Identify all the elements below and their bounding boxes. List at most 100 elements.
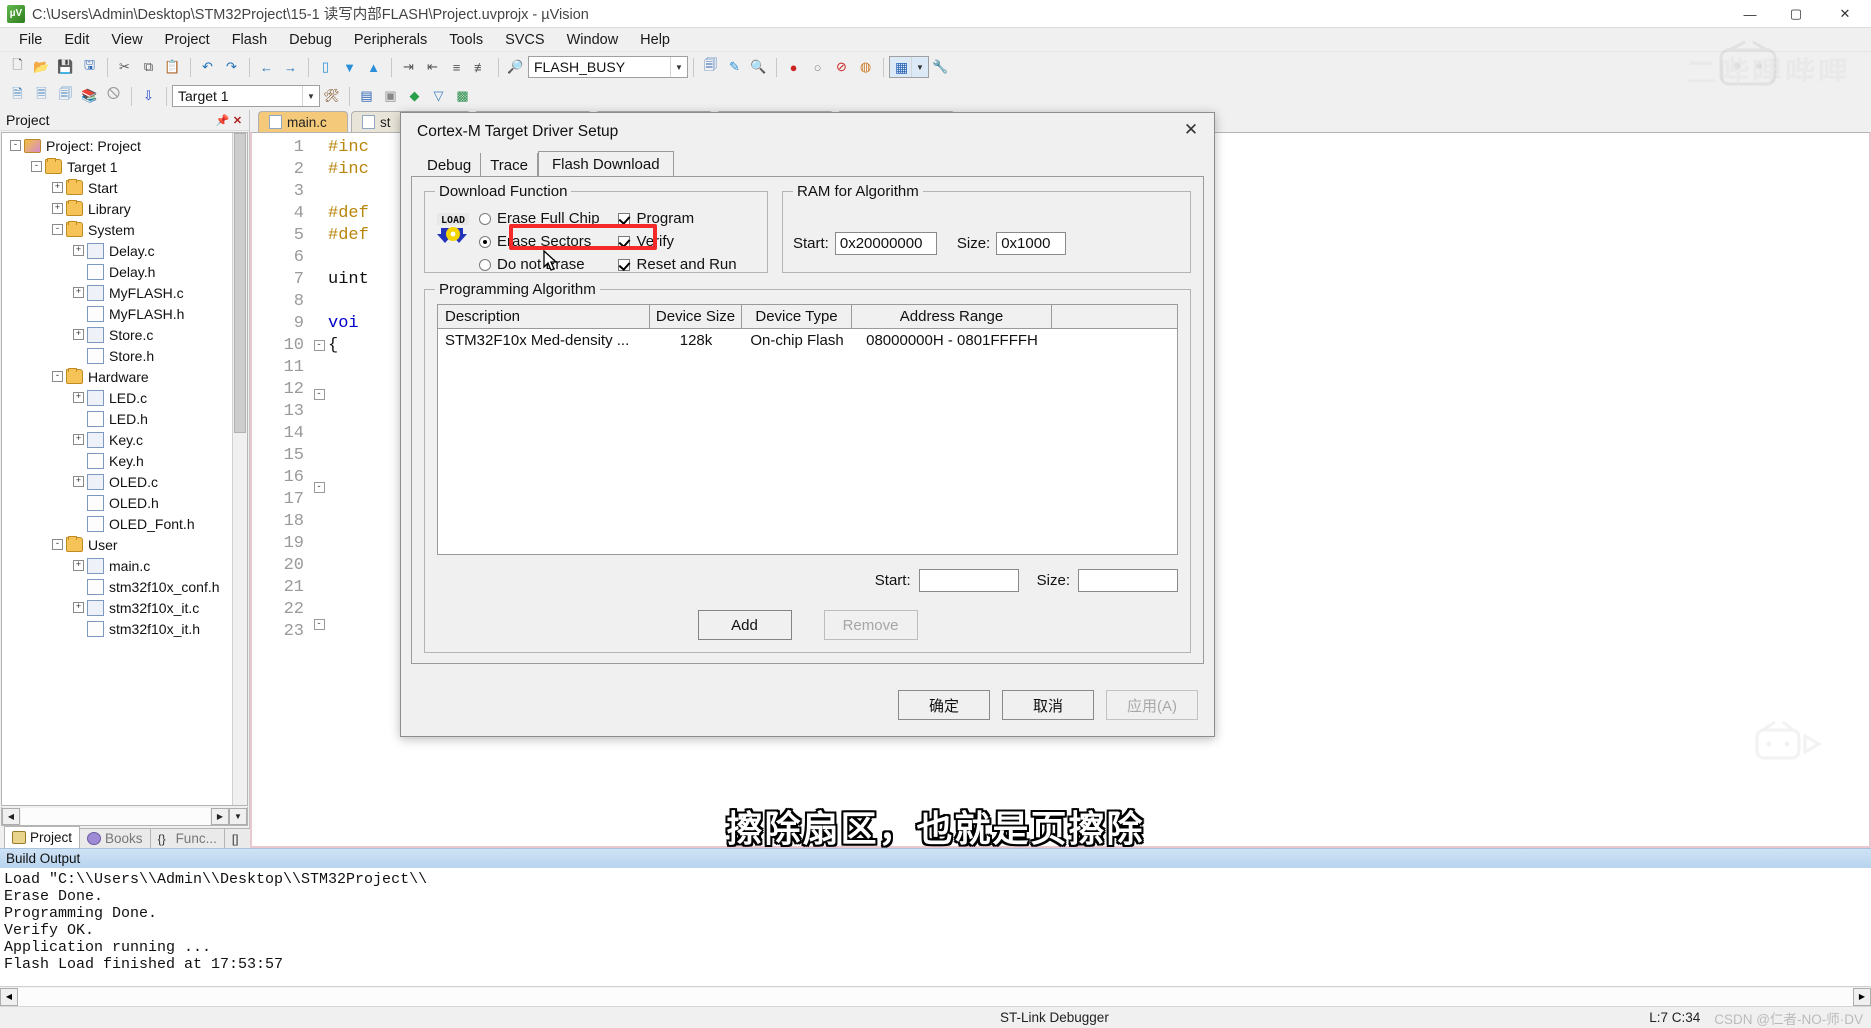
radio-do-not-erase[interactable]: Do not Erase: [479, 254, 600, 275]
tab-project[interactable]: Project: [4, 826, 81, 848]
tab-functions[interactable]: {} Func...: [149, 828, 225, 848]
tree-item[interactable]: + Store.c: [2, 324, 247, 345]
algorithm-start-input[interactable]: [918, 569, 1019, 592]
translate-icon[interactable]: 🗎: [6, 85, 29, 108]
maximize-button[interactable]: ▢: [1773, 0, 1819, 28]
search-input[interactable]: FLASH_BUSY ▼: [528, 56, 688, 78]
ram-start-input[interactable]: 0x20000000: [834, 232, 937, 255]
tree-item[interactable]: + LED.c: [2, 387, 247, 408]
radio-icon[interactable]: [479, 212, 491, 225]
expand-toggle-icon[interactable]: +: [73, 476, 84, 487]
nav-back-icon[interactable]: ←: [255, 56, 278, 79]
copy-icon[interactable]: ⧉: [137, 56, 160, 79]
collapse-toggle-icon[interactable]: -: [52, 224, 63, 235]
save-icon[interactable]: 💾: [54, 56, 77, 79]
algorithm-table[interactable]: Description Device Size Device Type Addr…: [437, 304, 1178, 555]
expand-toggle-icon[interactable]: +: [73, 560, 84, 571]
fold-column[interactable]: - - - -: [310, 133, 328, 846]
checkbox-icon[interactable]: [617, 235, 630, 248]
remove-button[interactable]: Remove: [823, 610, 918, 640]
scroll-right-icon[interactable]: ▶: [1853, 987, 1871, 1006]
checkbox-program[interactable]: Program: [617, 208, 737, 229]
menu-file[interactable]: File: [8, 30, 53, 50]
tree-vertical-scrollbar[interactable]: [232, 133, 247, 805]
radio-icon[interactable]: [479, 258, 491, 271]
radio-icon[interactable]: [479, 235, 491, 248]
rebuild-icon[interactable]: 🗐: [54, 85, 77, 108]
zoom-icon[interactable]: 🔍: [747, 56, 770, 79]
batch-build-icon[interactable]: 📚: [78, 85, 101, 108]
tab-trace[interactable]: Trace: [481, 153, 538, 177]
svcs-icon[interactable]: ▽: [427, 85, 450, 108]
tree-item[interactable]: + stm32f10x_it.c: [2, 597, 247, 618]
tree-item[interactable]: Store.h: [2, 345, 247, 366]
undo-icon[interactable]: ↶: [196, 56, 219, 79]
expand-toggle-icon[interactable]: +: [73, 434, 84, 445]
scroll-left-icon[interactable]: ◀: [0, 987, 18, 1006]
build-icon[interactable]: 🗏: [30, 85, 53, 108]
checkbox-verify[interactable]: Verify: [617, 231, 737, 252]
tab-flash-download[interactable]: Flash Download: [538, 151, 674, 177]
scroll-track[interactable]: [21, 807, 210, 825]
tree-item[interactable]: + Start: [2, 177, 247, 198]
tree-item[interactable]: Key.h: [2, 450, 247, 471]
checkbox-reset-and-run[interactable]: Reset and Run: [617, 254, 737, 275]
checkbox-icon[interactable]: [617, 258, 630, 271]
bookmark-prev-icon[interactable]: ▲: [362, 56, 385, 79]
tree-item[interactable]: MyFLASH.h: [2, 303, 247, 324]
tree-item[interactable]: - Hardware: [2, 366, 247, 387]
chevron-down-icon[interactable]: ▼: [911, 57, 928, 77]
editor-tab-main-c[interactable]: main.c: [258, 111, 348, 132]
outdent-icon[interactable]: ⇤: [421, 56, 444, 79]
column-device-size[interactable]: Device Size: [650, 305, 742, 328]
tree-item[interactable]: Delay.h: [2, 261, 247, 282]
breakpoint-disable-all-icon[interactable]: ◍: [854, 56, 877, 79]
scroll-track[interactable]: [18, 987, 1853, 1006]
config-wizard-icon[interactable]: 🔧: [929, 56, 952, 79]
scroll-right-icon[interactable]: ▶: [211, 807, 229, 825]
window-layout-icon[interactable]: ▦ ▼: [889, 56, 929, 78]
target-options-icon[interactable]: 🛠: [320, 85, 343, 108]
tree-item[interactable]: - Project: Project: [2, 135, 247, 156]
nav-forward-icon[interactable]: →: [279, 56, 302, 79]
chevron-down-icon[interactable]: ▼: [670, 57, 687, 77]
books-icon[interactable]: ▩: [451, 85, 474, 108]
collapse-toggle-icon[interactable]: -: [31, 161, 42, 172]
menu-help[interactable]: Help: [629, 30, 681, 50]
expand-toggle-icon[interactable]: +: [73, 287, 84, 298]
tree-item[interactable]: + Key.c: [2, 429, 247, 450]
build-horizontal-scrollbar[interactable]: ◀ ▶: [0, 986, 1871, 1006]
scroll-left-icon[interactable]: ◀: [2, 807, 20, 825]
expand-toggle-icon[interactable]: +: [73, 245, 84, 256]
column-device-type[interactable]: Device Type: [742, 305, 852, 328]
expand-toggle-icon[interactable]: +: [73, 602, 84, 613]
insert-icon[interactable]: ✎: [723, 56, 746, 79]
tab-books[interactable]: Books: [79, 828, 151, 848]
indent-icon[interactable]: ⇥: [397, 56, 420, 79]
breakpoint-icon[interactable]: ●: [782, 56, 805, 79]
expand-toggle-icon[interactable]: +: [73, 329, 84, 340]
menu-peripherals[interactable]: Peripherals: [343, 30, 438, 50]
radio-erase-sectors[interactable]: Erase Sectors: [479, 231, 600, 252]
algorithm-size-input[interactable]: [1078, 569, 1178, 592]
collapse-toggle-icon[interactable]: -: [313, 482, 325, 493]
tree-item[interactable]: - Target 1: [2, 156, 247, 177]
collapse-toggle-icon[interactable]: -: [313, 619, 325, 630]
target-select[interactable]: Target 1 ▼: [172, 85, 320, 107]
tree-item[interactable]: OLED_Font.h: [2, 513, 247, 534]
breakpoint-disable-icon[interactable]: ○: [806, 56, 829, 79]
menu-edit[interactable]: Edit: [53, 30, 100, 50]
radio-erase-full-chip[interactable]: Erase Full Chip: [479, 208, 600, 229]
apply-button[interactable]: 应用(A): [1106, 690, 1198, 720]
close-icon[interactable]: ✕: [1168, 113, 1214, 147]
pin-icon[interactable]: 📌: [215, 114, 230, 127]
multi-project-icon[interactable]: ◆: [403, 85, 426, 108]
minimize-button[interactable]: —: [1727, 0, 1773, 28]
checkbox-icon[interactable]: [617, 212, 630, 225]
uncomment-icon[interactable]: ≢: [469, 56, 492, 79]
close-button[interactable]: ✕: [1819, 0, 1871, 28]
paste-icon[interactable]: 📋: [161, 56, 184, 79]
tree-item[interactable]: - System: [2, 219, 247, 240]
pack-installer-icon[interactable]: ▣: [379, 85, 402, 108]
tab-debug[interactable]: Debug: [418, 153, 482, 177]
